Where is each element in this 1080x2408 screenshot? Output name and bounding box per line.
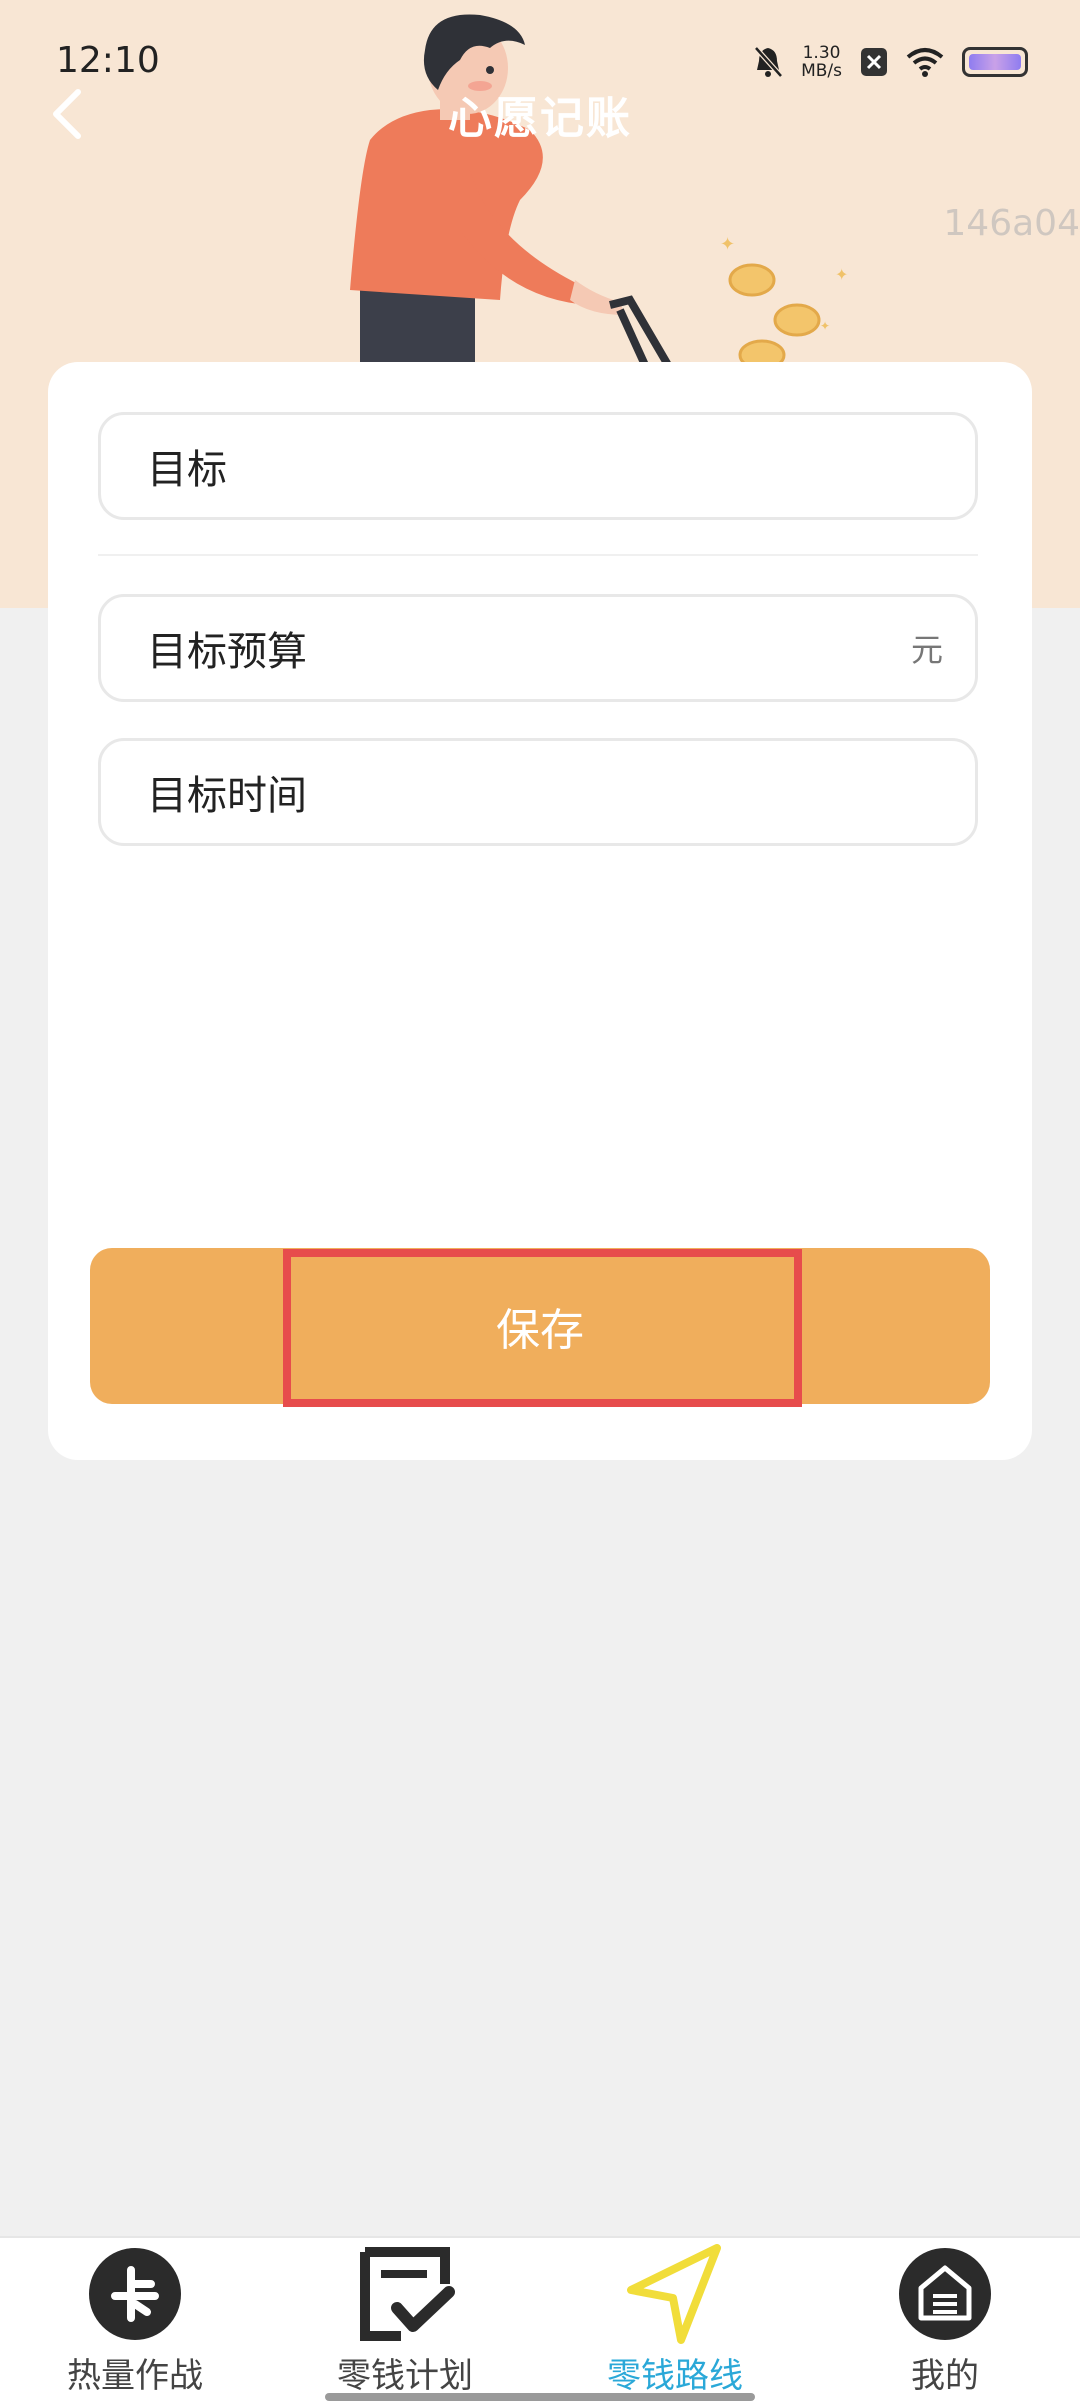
goal-field-label: 目标 [147,447,227,493]
battery-icon [962,47,1028,77]
bell-off-icon [754,46,783,78]
nav-item-change-plan[interactable]: 零钱计划 [270,2238,540,2408]
network-speed: 1.30 MB/s [801,44,842,80]
nav-label-mine: 我的 [911,2356,979,2396]
home-icon [899,2248,991,2340]
budget-unit: 元 [910,631,943,669]
goal-field[interactable]: 目标 [98,412,978,520]
status-time: 12:10 [56,40,160,81]
target-time-field[interactable]: 目标时间 [98,738,978,846]
target-time-label: 目标时间 [147,773,307,819]
status-icons: 1.30 MB/s [753,44,1028,80]
divider [98,554,978,556]
nav-label-change-route: 零钱路线 [607,2356,743,2396]
network-speed-unit: MB/s [801,61,842,81]
bottom-nav: 热量作战 零钱计划 零钱路线 我的 [0,2236,1080,2408]
nav-item-calorie-battle[interactable]: 热量作战 [0,2238,270,2408]
svg-text:✦: ✦ [720,234,735,255]
budget-field-label: 目标预算 [147,629,307,675]
close-box-icon [861,48,887,76]
highlight-box [283,1249,802,1407]
budget-field[interactable]: 目标预算 元 [98,594,978,702]
svg-text:✦: ✦ [835,265,848,284]
wifi-icon [906,48,944,77]
card-icon [89,2248,181,2340]
nav-item-mine[interactable]: 我的 [810,2238,1080,2408]
nav-item-change-route[interactable]: 零钱路线 [540,2238,810,2408]
page-title: 心愿记账 [448,93,632,144]
nav-label-change-plan: 零钱计划 [337,2356,473,2396]
nav-label-calorie-battle: 热量作战 [67,2356,203,2396]
navigation-arrow-icon [627,2244,721,2344]
checklist-icon [360,2247,455,2341]
svg-text:✦: ✦ [820,319,830,333]
home-indicator[interactable] [325,2393,755,2401]
network-speed-value: 1.30 [802,43,841,63]
watermark-text: 146a04 [943,203,1080,244]
screen: ✦ ✦ ✦ 12:10 1.30 MB/s 心愿记账 146a04 目标 目标预… [0,0,1080,2408]
